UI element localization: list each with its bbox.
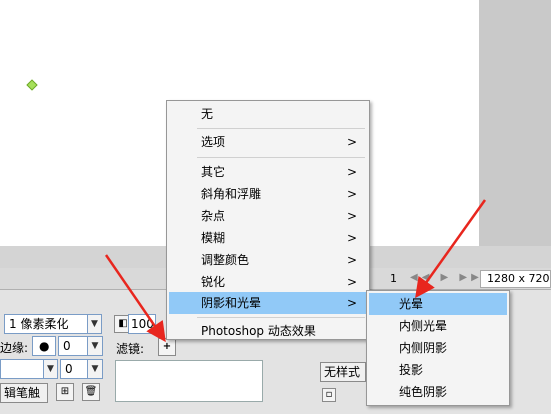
menu-item-photoshop-live-effects[interactable]: Photoshop 动态效果 — [169, 320, 367, 342]
chevron-right-icon: > — [346, 275, 357, 289]
chevron-right-icon: > — [346, 253, 357, 267]
edge-amount-input[interactable]: 0 — [58, 336, 88, 356]
submenu-item-drop-shadow[interactable]: 投影 — [369, 359, 507, 381]
submenu-item-glow[interactable]: 光晕 — [369, 293, 507, 315]
menu-separator — [197, 157, 365, 158]
menu-item-other[interactable]: 其它 > — [169, 161, 367, 183]
trash-icon[interactable]: 🗑 — [82, 383, 100, 401]
edge-select-value: 1 像素柔化 — [9, 317, 69, 331]
dot-icon: ● — [39, 339, 50, 353]
edge-label: 边缘: — [0, 341, 29, 355]
opacity-input[interactable]: 100 — [128, 314, 156, 334]
submenu-item-inner-glow[interactable]: 内侧光晕 — [369, 315, 507, 337]
chevron-right-icon: > — [346, 231, 357, 245]
chevron-right-icon: > — [346, 296, 357, 310]
chevron-down-icon[interactable]: ▼ — [43, 360, 57, 378]
filter-context-menu: 无 选项 > 其它 > 斜角和浮雕 > 杂点 > 模糊 > 调整颜色 > 锐化 > 阴影和光晕… — [166, 100, 370, 340]
pasteboard-area — [479, 0, 551, 268]
edit-stroke-button[interactable]: 辑笔触 — [0, 383, 48, 403]
blend-mode-select[interactable]: ▼ — [0, 359, 58, 379]
edge-amount-value: 0 — [63, 339, 71, 353]
blend-amount-dropdown[interactable]: ▼ — [88, 359, 103, 379]
menu-item-sharpen[interactable]: 锐化 > — [169, 271, 367, 293]
blend-amount-input[interactable]: 0 — [60, 359, 88, 379]
shadow-glow-submenu: 光晕 内侧光晕 内侧阴影 投影 纯色阴影 — [366, 290, 510, 406]
menu-item-blur[interactable]: 模糊 > — [169, 227, 367, 249]
edge-select[interactable]: 1 像素柔化 ▼ — [4, 314, 102, 334]
page-number: 1 — [390, 272, 397, 285]
edge-amount-dropdown[interactable]: ▼ — [88, 336, 103, 356]
menu-item-noise[interactable]: 杂点 > — [169, 205, 367, 227]
frame-nav-buttons[interactable]: ◀◀ ▶ ▶▶ — [410, 272, 483, 283]
blend-amount-value: 0 — [65, 362, 73, 376]
document-size-button[interactable]: 1280 x 720 — [480, 270, 551, 288]
edge-dot-picker[interactable]: ● — [32, 336, 56, 356]
submenu-item-solid-shadow[interactable]: 纯色阴影 — [369, 381, 507, 403]
new-style-icon[interactable]: ▫ — [322, 388, 336, 402]
submenu-item-inner-shadow[interactable]: 内侧阴影 — [369, 337, 507, 359]
chevron-right-icon: > — [346, 187, 357, 201]
filter-label: 滤镜: — [116, 342, 145, 356]
filter-list[interactable] — [115, 360, 263, 402]
chevron-right-icon: > — [346, 135, 357, 149]
menu-item-options[interactable]: 选项 > — [169, 131, 367, 153]
menu-item-adjust-color[interactable]: 调整颜色 > — [169, 249, 367, 271]
style-select[interactable]: 无样式 — [320, 362, 366, 382]
chevron-down-icon: ▼ — [88, 360, 102, 378]
menu-item-none[interactable]: 无 — [169, 103, 367, 125]
opacity-value: 100 — [131, 317, 154, 331]
menu-separator — [197, 317, 365, 318]
menu-item-bevel-emboss[interactable]: 斜角和浮雕 > — [169, 183, 367, 205]
menu-separator — [197, 128, 365, 129]
chevron-down-icon: ▼ — [88, 337, 102, 355]
chevron-down-icon[interactable]: ▼ — [87, 315, 101, 333]
chevron-right-icon: > — [346, 209, 357, 223]
menu-item-shadow-glow[interactable]: 阴影和光晕 > — [169, 292, 367, 314]
add-stroke-icon[interactable]: ⊞ — [56, 383, 74, 401]
chevron-right-icon: > — [346, 165, 357, 179]
